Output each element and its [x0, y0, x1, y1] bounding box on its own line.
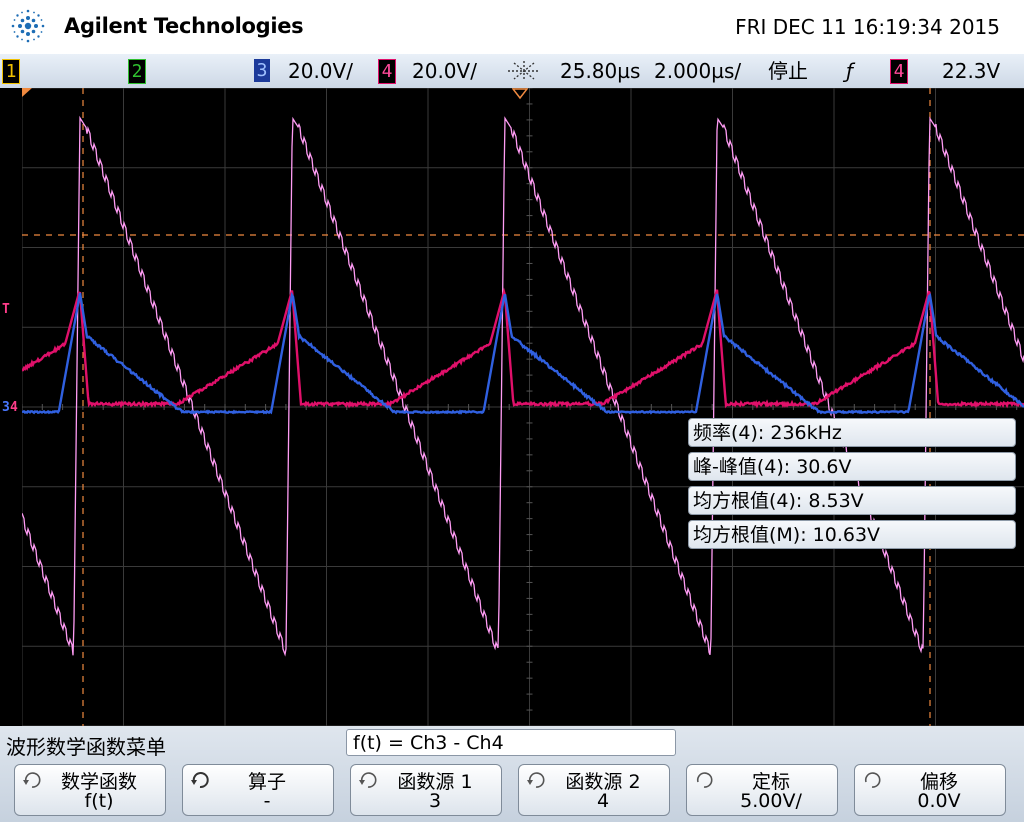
softkey-menu: 波形数学函数菜单 f(t) = Ch3 - Ch4 数学函数 f(t) 算子 -… [0, 726, 1024, 822]
delay-icon [506, 59, 542, 83]
channel-1-indicator[interactable]: 1 [2, 59, 20, 84]
measurement-rms-math[interactable]: 均方根值(M): 10.63V [688, 520, 1016, 549]
channel-2-indicator[interactable]: 2 [128, 59, 146, 84]
trigger-slope-icon: ƒ [846, 58, 853, 84]
run-state: 停止 [768, 58, 808, 84]
softkey-source-2[interactable]: 函数源 2 4 [518, 764, 670, 816]
measurement-frequency[interactable]: 频率(4): 236kHz [688, 418, 1016, 447]
math-formula: f(t) = Ch3 - Ch4 [346, 729, 676, 756]
softkey-value: 0.0V [855, 790, 1005, 812]
trigger-level: 22.3V [942, 58, 1000, 84]
trigger-marker: T [2, 302, 10, 317]
softkey-value: 4 [519, 790, 669, 812]
agilent-spark-logo-icon [8, 6, 48, 46]
channel-markers-strip: T 3 4 [0, 88, 22, 726]
softkey-scale[interactable]: 定标 5.00V/ [686, 764, 838, 816]
channel-4-ground-marker: 4 [10, 400, 18, 415]
channel-3-ground-marker: 3 [2, 400, 10, 415]
header-bar: Agilent Technologies FRI DEC 11 16:19:34… [0, 0, 1024, 54]
status-bar: 1 2 3 20.0V/ 4 20.0V/ 25.80µs 2.000µs/ 停… [0, 54, 1024, 89]
trigger-position-icon [512, 88, 528, 100]
measurement-rms-ch4[interactable]: 均方根值(4): 8.53V [688, 486, 1016, 515]
menu-title: 波形数学函数菜单 [6, 731, 166, 760]
timebase-scale: 2.000µs/ [654, 58, 741, 84]
left-time-marker-icon [22, 88, 34, 98]
channel-4-scale: 20.0V/ [412, 58, 477, 84]
softkey-offset[interactable]: 偏移 0.0V [854, 764, 1006, 816]
channel-3-scale: 20.0V/ [288, 58, 353, 84]
math-waveform [22, 118, 1024, 655]
channel-3-waveform [22, 293, 1024, 413]
softkey-value: 5.00V/ [687, 790, 837, 812]
softkey-value: 3 [351, 790, 501, 812]
date-time: FRI DEC 11 16:19:34 2015 [735, 15, 1000, 39]
softkey-operator[interactable]: 算子 - [182, 764, 334, 816]
horizontal-delay: 25.80µs [560, 58, 640, 84]
softkey-value: - [183, 790, 333, 812]
waveform-canvas[interactable] [22, 88, 1024, 726]
softkey-source-1[interactable]: 函数源 1 3 [350, 764, 502, 816]
waveform-display[interactable] [22, 88, 1024, 726]
channel-3-indicator[interactable]: 3 [254, 59, 270, 82]
trigger-source: 4 [890, 59, 908, 84]
softkey-value: f(t) [15, 790, 165, 812]
brand-name: Agilent Technologies [64, 14, 303, 38]
graticule [22, 88, 1024, 726]
measurement-peak-to-peak[interactable]: 峰-峰值(4): 30.6V [688, 452, 1016, 481]
channel-4-indicator[interactable]: 4 [378, 59, 396, 84]
softkey-math-function[interactable]: 数学函数 f(t) [14, 764, 166, 816]
